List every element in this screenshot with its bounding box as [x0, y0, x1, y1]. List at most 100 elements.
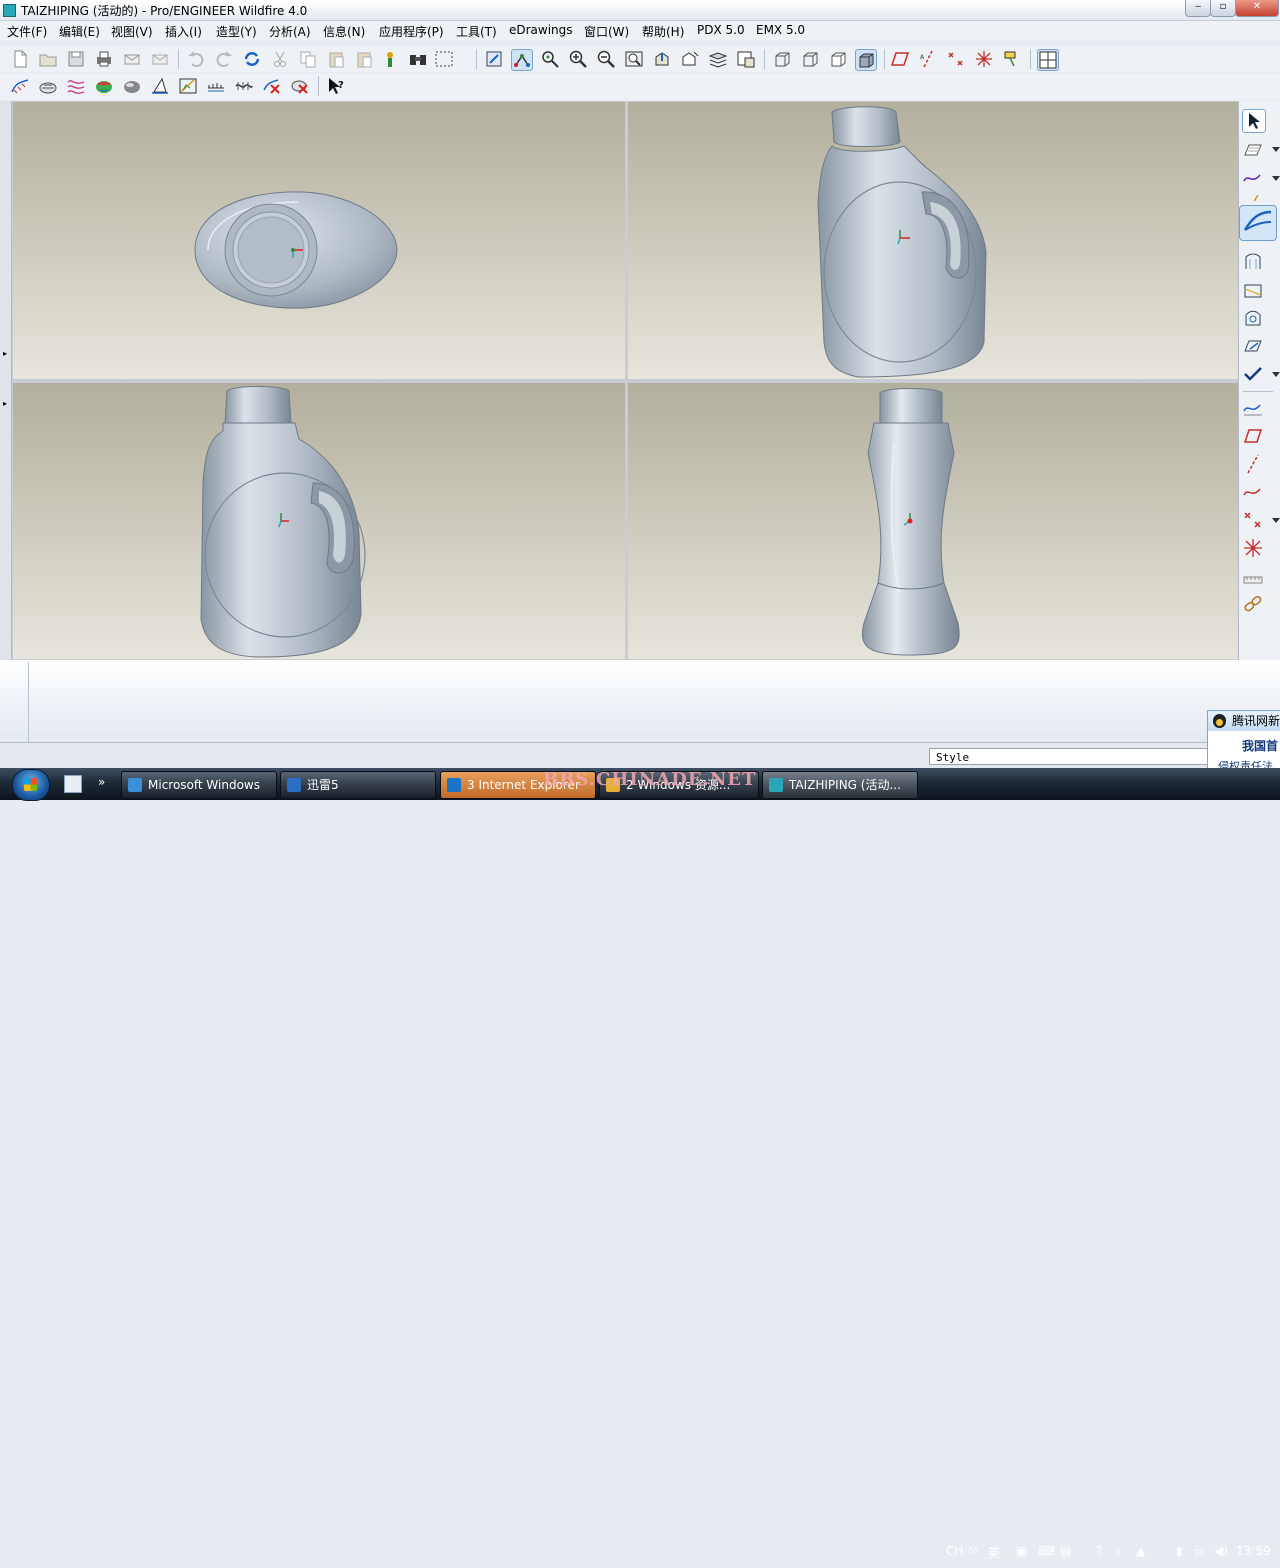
- viewport-side-view[interactable]: [628, 383, 1238, 659]
- save-icon[interactable]: [66, 49, 86, 69]
- selection-filter-field[interactable]: Style: [929, 748, 1219, 765]
- delete-all-icon[interactable]: [290, 76, 310, 96]
- no-hidden-icon[interactable]: [828, 49, 848, 69]
- menu-help[interactable]: 帮助(H): [642, 23, 684, 40]
- tray-arrow-icon[interactable]: ‹: [1116, 1544, 1121, 1558]
- tray-keyboard-icon[interactable]: ⌨: [1038, 1544, 1055, 1558]
- slope-icon[interactable]: [150, 76, 170, 96]
- taskbar-item-xunlei[interactable]: 迅雷5: [280, 771, 436, 799]
- navigator-collapse-strip[interactable]: ▸ ▸: [0, 101, 12, 660]
- curve-analysis-icon[interactable]: [10, 76, 30, 96]
- spin-center-icon[interactable]: [511, 49, 533, 71]
- expand-arrow-icon[interactable]: ▸: [3, 399, 7, 408]
- ime-mode[interactable]: 英: [988, 1544, 1000, 1561]
- whats-this-icon[interactable]: ?: [326, 76, 346, 96]
- taskbar-item-windows[interactable]: Microsoft Windows: [121, 771, 277, 799]
- datum-point-small-icon[interactable]: [1242, 509, 1264, 531]
- menu-view[interactable]: 视图(V): [111, 23, 153, 40]
- shading-icon[interactable]: [855, 49, 877, 71]
- tray-network-icon[interactable]: ▣: [1016, 1544, 1027, 1558]
- surface-icon[interactable]: [1242, 251, 1264, 273]
- maximize-button[interactable]: ▫: [1210, 0, 1236, 17]
- menu-applications[interactable]: 应用程序(P): [379, 23, 444, 40]
- viewport-iso-view[interactable]: [628, 102, 1238, 379]
- saved-views-icon[interactable]: [680, 49, 700, 69]
- print-icon[interactable]: [94, 49, 114, 69]
- tray-help-icon[interactable]: ?: [1096, 1544, 1102, 1558]
- done-check-icon[interactable]: [1242, 363, 1264, 385]
- tray-monitor-icon[interactable]: ▭: [1194, 1544, 1205, 1558]
- send-icon[interactable]: [150, 49, 170, 69]
- datum-plane-small-icon[interactable]: [1242, 425, 1264, 447]
- orient-icon[interactable]: [540, 49, 560, 69]
- annotation-icon[interactable]: [1002, 49, 1026, 69]
- close-button[interactable]: ✕: [1235, 0, 1279, 17]
- menu-insert[interactable]: 插入(I): [165, 23, 202, 40]
- point-dropdown-arrow[interactable]: [1272, 518, 1280, 523]
- layers-icon[interactable]: [708, 49, 728, 69]
- surface-analysis-icon[interactable]: [38, 76, 58, 96]
- new-icon[interactable]: [10, 49, 30, 69]
- ime-off-icon[interactable]: ⦸: [968, 1542, 977, 1558]
- curve-dropdown-arrow[interactable]: [1272, 176, 1280, 181]
- datum-axis-icon[interactable]: A: [918, 49, 938, 69]
- qq-popup-subline[interactable]: 侵权责任法: [1208, 758, 1280, 768]
- menu-edrawings[interactable]: eDrawings: [509, 23, 573, 37]
- sketch-curve-icon[interactable]: [1242, 481, 1264, 503]
- start-button[interactable]: [12, 769, 50, 801]
- deviation-icon[interactable]: [234, 76, 254, 96]
- sketch-plane-icon[interactable]: [484, 49, 504, 69]
- menu-analysis[interactable]: 分析(A): [269, 23, 311, 40]
- find-icon[interactable]: [408, 49, 428, 69]
- plane-icon[interactable]: [1242, 139, 1264, 161]
- dihedral-icon[interactable]: [178, 76, 198, 96]
- chain-icon[interactable]: [1242, 593, 1264, 615]
- redo-icon[interactable]: [214, 49, 234, 69]
- menu-tools[interactable]: 工具(T): [456, 23, 497, 40]
- offset-surface-icon[interactable]: [1242, 335, 1264, 357]
- menu-emx[interactable]: EMX 5.0: [756, 23, 805, 37]
- hidden-line-icon[interactable]: [800, 49, 820, 69]
- language-indicator[interactable]: CH: [946, 1544, 963, 1558]
- model-tree-icon[interactable]: [380, 49, 400, 69]
- menu-pdx[interactable]: PDX 5.0: [697, 23, 745, 37]
- zoom-in-icon[interactable]: [568, 49, 588, 69]
- cut-icon[interactable]: [270, 49, 290, 69]
- undo-icon[interactable]: [186, 49, 206, 69]
- ruler-icon[interactable]: [1242, 565, 1264, 587]
- coordinate-system-icon[interactable]: [974, 49, 994, 69]
- taskbar-clock[interactable]: 13:59: [1236, 1544, 1271, 1558]
- minimize-button[interactable]: ‒: [1185, 0, 1211, 17]
- copy-icon[interactable]: [298, 49, 318, 69]
- tray-battery-icon[interactable]: ▮: [1176, 1544, 1183, 1558]
- qq-news-popup[interactable]: 腾讯网新 我国首 侵权责任法: [1207, 710, 1280, 772]
- send-mail-icon[interactable]: [122, 49, 142, 69]
- menu-edit[interactable]: 编辑(E): [59, 23, 100, 40]
- curve-icon[interactable]: [1242, 167, 1264, 189]
- wireframe-icon[interactable]: [772, 49, 792, 69]
- qq-popup-headline[interactable]: 我国首: [1208, 737, 1280, 754]
- quick-launch-more-icon[interactable]: »: [98, 775, 114, 791]
- select-arrow-icon[interactable]: [1242, 109, 1266, 133]
- reorient-icon[interactable]: [652, 49, 672, 69]
- expand-arrow-icon[interactable]: ▸: [3, 349, 7, 358]
- menu-info[interactable]: 信息(N): [323, 23, 365, 40]
- taskbar-item-proe[interactable]: TAIZHIPING (活动...: [762, 771, 918, 799]
- viewport-front-view[interactable]: [13, 383, 625, 659]
- message-splitter[interactable]: [28, 662, 29, 742]
- done-dropdown-arrow[interactable]: [1272, 372, 1280, 377]
- style-icon[interactable]: [1239, 205, 1277, 241]
- tray-doc-icon[interactable]: ▤: [1060, 1544, 1071, 1558]
- paste-special-icon[interactable]: [354, 49, 374, 69]
- viewport-top-view[interactable]: [13, 102, 625, 379]
- csys-icon[interactable]: [1242, 537, 1264, 559]
- view-manager-icon[interactable]: [736, 49, 756, 69]
- menu-style[interactable]: 造型(Y): [216, 23, 257, 40]
- delete-analysis-icon[interactable]: [262, 76, 282, 96]
- volume-icon[interactable]: ◀): [1214, 1544, 1228, 1558]
- offset-icon[interactable]: [206, 76, 226, 96]
- paste-icon[interactable]: [326, 49, 346, 69]
- boundary-icon[interactable]: [1242, 279, 1264, 301]
- datum-point-icon[interactable]: [946, 49, 966, 69]
- shade-analysis-icon[interactable]: [122, 76, 142, 96]
